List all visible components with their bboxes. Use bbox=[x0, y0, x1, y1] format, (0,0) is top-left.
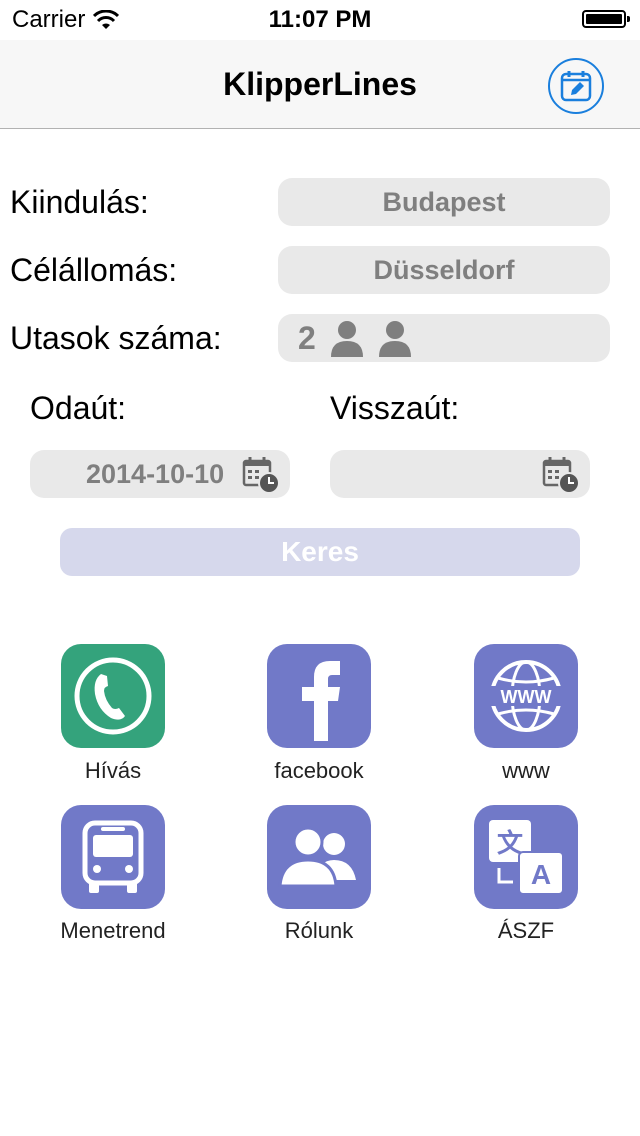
outbound-date-field[interactable]: 2014-10-10 bbox=[30, 450, 290, 498]
return-label: Visszaút: bbox=[330, 390, 460, 426]
globe-icon: WWW bbox=[490, 660, 562, 732]
calendar-clock-icon bbox=[542, 457, 580, 494]
person-icon bbox=[378, 321, 411, 357]
nav-title: KlipperLines bbox=[223, 66, 417, 102]
svg-text:A: A bbox=[531, 859, 551, 890]
call-label: Hívás bbox=[84, 758, 142, 783]
timetable-label: Menetrend bbox=[60, 918, 166, 943]
facebook-icon bbox=[302, 661, 340, 741]
calendar-edit-button[interactable] bbox=[548, 58, 604, 114]
about-label: Rólunk bbox=[284, 918, 354, 943]
outbound-date-value: 2014-10-10 bbox=[86, 459, 225, 489]
from-label: Kiindulás: bbox=[10, 184, 149, 220]
battery-icon bbox=[582, 10, 630, 28]
website-button[interactable]: WWW bbox=[474, 644, 578, 748]
timetable-button[interactable] bbox=[61, 805, 165, 909]
status-bar: Carrier 11:07 PM bbox=[0, 0, 640, 40]
phone-icon bbox=[74, 657, 152, 735]
passengers-field[interactable]: 2 bbox=[278, 314, 610, 362]
people-icon bbox=[278, 826, 356, 888]
terms-button[interactable]: 文 A bbox=[474, 805, 578, 909]
call-button[interactable] bbox=[61, 644, 165, 748]
calendar-clock-icon bbox=[242, 457, 280, 494]
passengers-count: 2 bbox=[298, 319, 316, 356]
person-icon bbox=[330, 321, 363, 357]
return-date-field[interactable] bbox=[330, 450, 590, 498]
outbound-label: Odaút: bbox=[30, 390, 127, 426]
translate-icon: 文 A bbox=[489, 820, 564, 895]
bus-icon bbox=[82, 820, 144, 893]
svg-text:WWW: WWW bbox=[501, 687, 552, 707]
to-field[interactable]: Düsseldorf bbox=[278, 246, 610, 294]
passengers-label: Utasok száma: bbox=[10, 320, 222, 356]
terms-label: ÁSZF bbox=[497, 918, 555, 943]
status-time: 11:07 PM bbox=[268, 6, 372, 33]
facebook-button[interactable] bbox=[267, 644, 371, 748]
search-button[interactable]: Keres bbox=[60, 528, 580, 576]
calendar-edit-icon bbox=[560, 71, 592, 102]
to-label: Célállomás: bbox=[10, 252, 178, 288]
navigation-bar: KlipperLines bbox=[0, 40, 640, 129]
website-label: www bbox=[502, 758, 550, 783]
about-button[interactable] bbox=[267, 805, 371, 909]
facebook-label: facebook bbox=[274, 758, 364, 783]
from-field[interactable]: Budapest bbox=[278, 178, 610, 226]
